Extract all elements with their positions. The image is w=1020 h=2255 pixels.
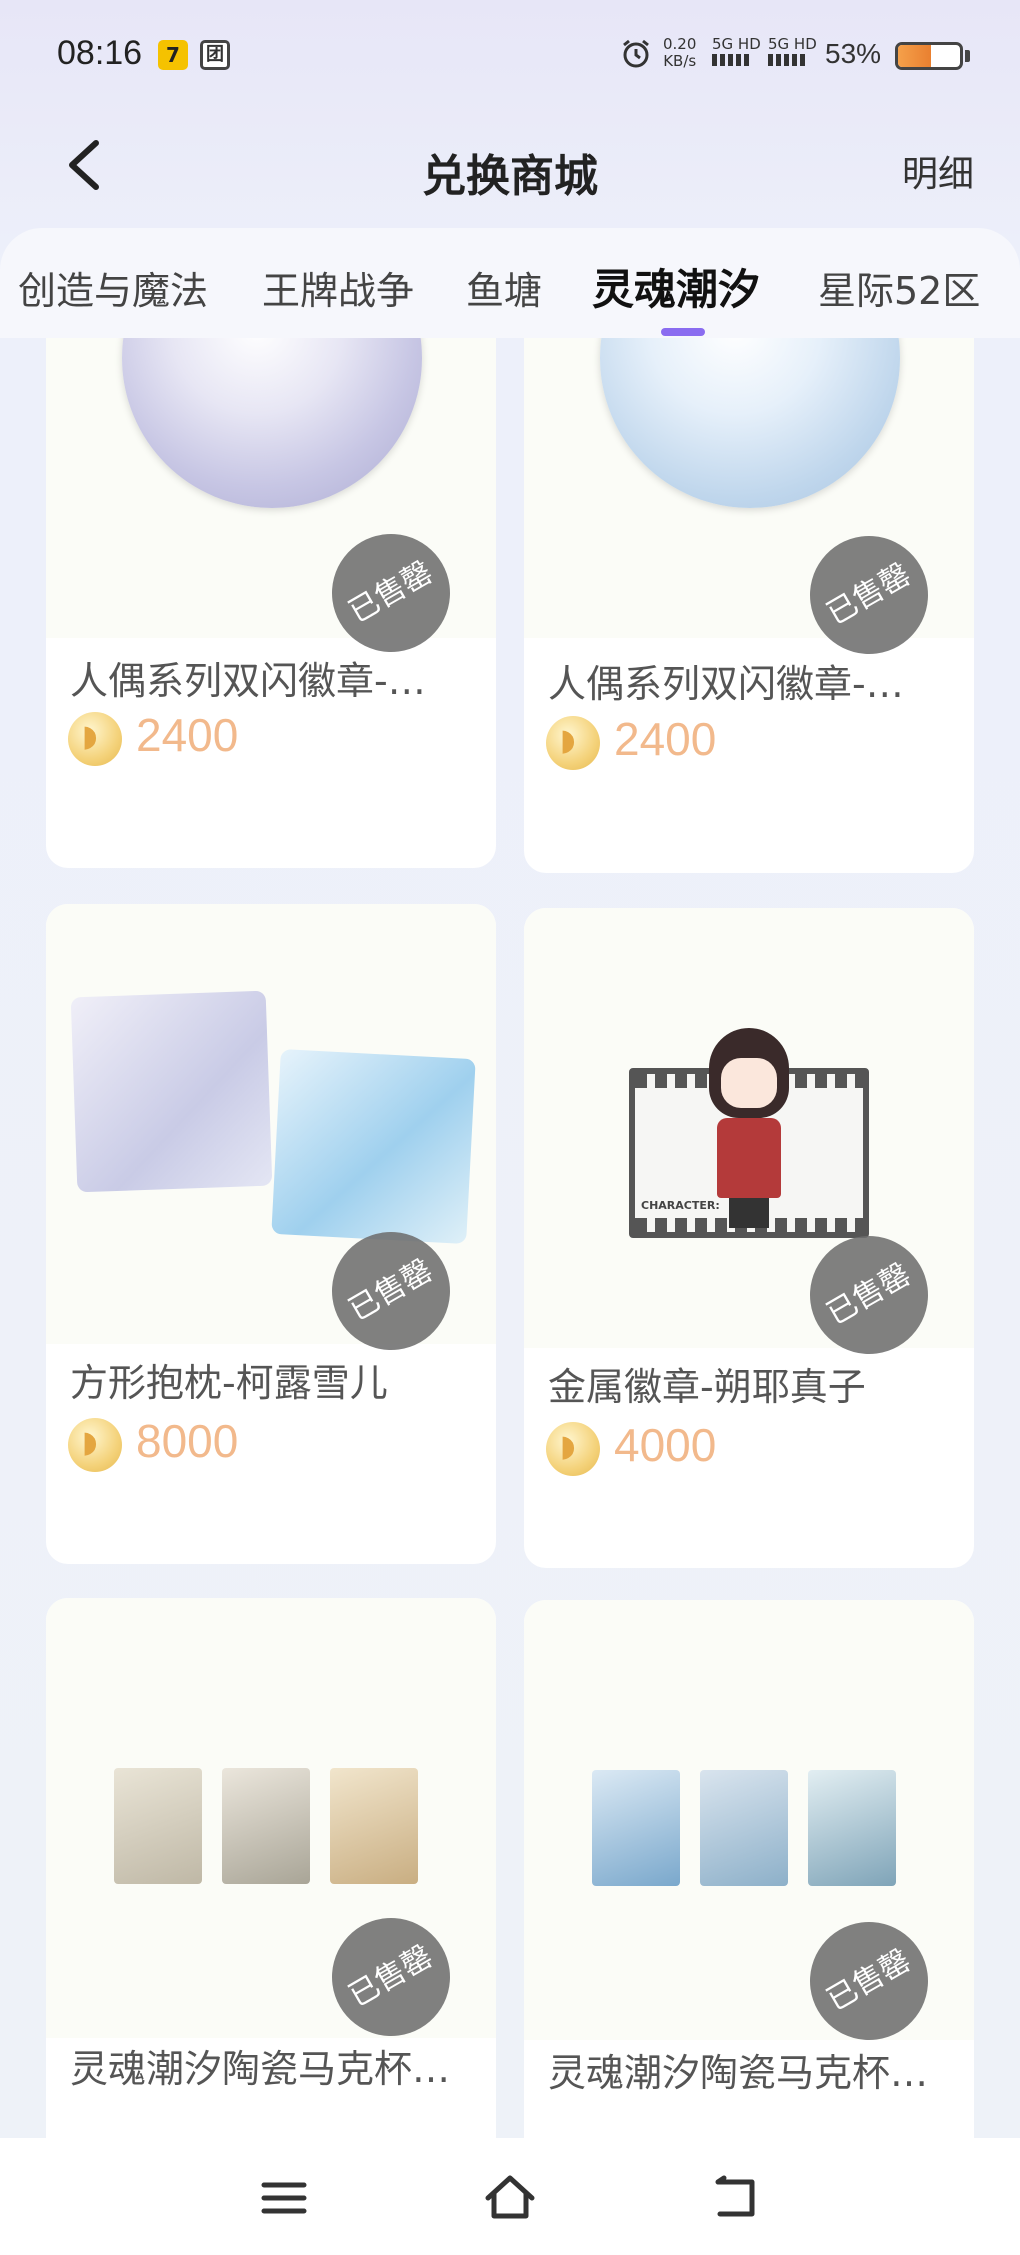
chibi-figure-image — [699, 1028, 799, 1228]
signal-indicator: 5G HD — [768, 36, 817, 70]
figure-body — [717, 1118, 781, 1198]
signal-indicator: 5G HD — [712, 36, 761, 70]
alarm-icon — [623, 39, 649, 68]
product-name: 灵魂潮汐陶瓷马克杯… — [70, 2047, 451, 2091]
badge-product-image — [122, 338, 422, 508]
product-name: 人偶系列双闪徽章-… — [548, 662, 904, 706]
product-price: 2400 — [614, 713, 717, 765]
figure-legs — [729, 1198, 769, 1228]
product-card[interactable]: 已售罄 灵魂潮汐陶瓷马克杯… — [524, 1600, 974, 2138]
signal-bars-icon — [768, 54, 808, 66]
mug-print-image — [700, 1770, 788, 1886]
mug-print-image — [592, 1770, 680, 1886]
badge-product-image — [600, 338, 900, 508]
page-title: 兑换商城 — [422, 151, 598, 202]
mug-print-image — [114, 1768, 202, 1884]
net-speed-value: 0.20 — [663, 35, 697, 53]
fish-coin-icon — [68, 1418, 122, 1472]
product-card[interactable]: 已售罄 人偶系列双闪徽章-… 2400 — [524, 338, 974, 873]
mug-print-image — [808, 1770, 896, 1886]
product-name: 人偶系列双闪徽章-… — [70, 659, 426, 703]
app-notification-icon: 团 — [200, 40, 230, 70]
active-tab-indicator — [661, 328, 705, 336]
category-tabs: 创造与魔法 王牌战争 鱼塘 灵魂潮汐 星际52区 — [0, 228, 1020, 338]
tab-category[interactable]: 星际52区 — [818, 260, 980, 315]
battery-tip — [965, 50, 970, 62]
product-name: 灵魂潮汐陶瓷马克杯… — [548, 2051, 929, 2095]
mug-print-image — [222, 1768, 310, 1884]
tab-category[interactable]: 王牌战争 — [262, 260, 414, 315]
signal-label: 5G HD — [768, 35, 817, 53]
app-notification-icon: 7 — [158, 40, 188, 70]
tab-category[interactable]: 鱼塘 — [466, 260, 542, 315]
product-card[interactable]: 已售罄 人偶系列双闪徽章-… 2400 — [46, 338, 496, 868]
product-price: 2400 — [136, 709, 239, 761]
product-name: 金属徽章-朔耶真子 — [548, 1365, 866, 1409]
home-icon[interactable] — [480, 2168, 540, 2228]
system-nav-bar — [0, 2138, 1020, 2255]
tab-category[interactable]: 创造与魔法 — [18, 260, 208, 315]
product-name: 方形抱枕-柯露雪儿 — [70, 1361, 388, 1405]
status-bar: 08:16 7 团 0.20 KB/s 5G HD 5G HD 53% — [0, 0, 1020, 110]
product-card[interactable]: CHARACTER: 已售罄 金属徽章-朔耶真子 4000 — [524, 908, 974, 1568]
fish-coin-icon — [546, 716, 600, 770]
pillow-image — [70, 990, 273, 1193]
battery-percent: 53% — [825, 38, 882, 69]
product-card[interactable]: 已售罄 灵魂潮汐陶瓷马克杯… — [46, 1598, 496, 2138]
return-icon[interactable] — [706, 2168, 766, 2228]
figure-face — [721, 1058, 777, 1108]
pillow-image — [271, 1049, 476, 1244]
detail-link[interactable]: 明细 — [902, 145, 974, 197]
fish-coin-icon — [546, 1422, 600, 1476]
signal-bars-icon — [712, 54, 752, 66]
product-price: 8000 — [136, 1415, 239, 1467]
fish-coin-icon — [68, 712, 122, 766]
menu-icon[interactable] — [254, 2168, 314, 2228]
battery-fill — [898, 45, 931, 67]
product-grid: 已售罄 人偶系列双闪徽章-… 2400 已售罄 人偶系列双闪徽章-… 2400 … — [0, 338, 1020, 2138]
product-card[interactable]: 已售罄 方形抱枕-柯露雪儿 8000 — [46, 904, 496, 1564]
signal-label: 5G HD — [712, 35, 761, 53]
product-price: 4000 — [614, 1419, 717, 1471]
battery-icon — [895, 42, 963, 70]
net-speed-unit: KB/s — [663, 52, 697, 70]
tab-category-active[interactable]: 灵魂潮汐 — [592, 256, 760, 317]
status-time: 08:16 — [57, 34, 143, 72]
net-speed: 0.20 KB/s — [663, 36, 696, 70]
mug-print-image — [330, 1768, 418, 1884]
